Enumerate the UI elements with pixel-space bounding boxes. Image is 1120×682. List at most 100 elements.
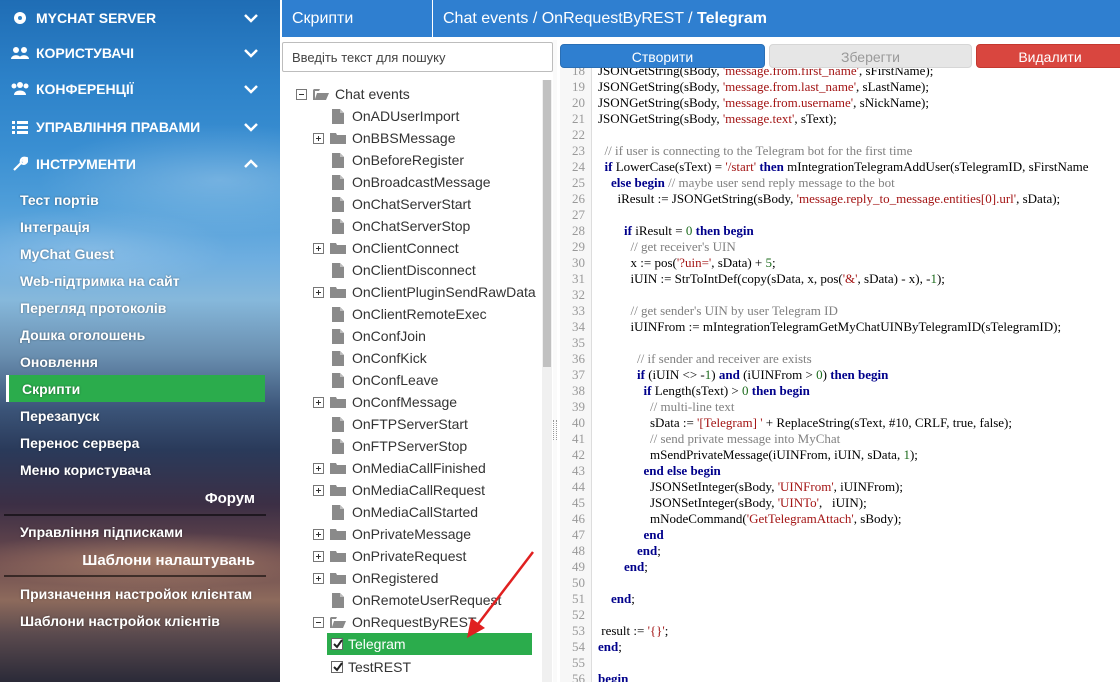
tree-event-item[interactable]: OnConfLeave xyxy=(313,369,438,391)
nav-web-support[interactable]: Web-підтримка на сайт xyxy=(0,267,280,294)
tree-event-item[interactable]: OnChatServerStart xyxy=(313,193,471,215)
tree-event-item[interactable]: OnClientPluginSendRawData xyxy=(313,281,536,303)
nav-updates[interactable]: Оновлення xyxy=(0,348,280,375)
tree-event-item[interactable]: OnClientConnect xyxy=(313,237,459,259)
nav-user-menu[interactable]: Меню користувача xyxy=(0,456,280,483)
tree-root[interactable]: Chat events xyxy=(296,83,410,105)
expand-icon[interactable] xyxy=(313,550,324,562)
folder-open-icon xyxy=(330,616,346,628)
tree-label: OnBeforeRegister xyxy=(352,152,465,168)
code-line: 19 JSONGetString(sBody, 'message.from.las… xyxy=(560,79,1120,95)
tree-label: OnMediaCallRequest xyxy=(352,482,486,498)
line-number: 34 xyxy=(572,319,585,334)
tree-event-item[interactable]: OnPrivateRequest xyxy=(313,545,466,567)
tree-event-item[interactable]: OnBeforeRegister xyxy=(313,149,464,171)
code-line: 41 // send private message into MyChat xyxy=(560,431,1120,447)
splitter-grip-icon[interactable] xyxy=(553,420,557,440)
nav-mychat-server[interactable]: MYCHAT SERVER xyxy=(0,0,280,36)
line-number: 36 xyxy=(572,351,585,366)
nav-label: УПРАВЛІННЯ ПРАВАМИ xyxy=(36,119,201,135)
nav-mychat-guest[interactable]: MyChat Guest xyxy=(0,240,280,267)
code-text: if (iUIN <> -1) and (iUINFrom > 0) then … xyxy=(637,367,889,382)
nav-tools[interactable]: ІНСТРУМЕНТИ xyxy=(0,146,280,182)
expand-icon[interactable] xyxy=(313,396,324,408)
tree-event-item[interactable]: OnConfKick xyxy=(313,347,427,369)
tree-event-item[interactable]: OnBroadcastMessage xyxy=(313,171,491,193)
tree-event-item[interactable]: OnFTPServerStop xyxy=(313,435,467,457)
nav-integration[interactable]: Інтеграція xyxy=(0,213,280,240)
nav-scripts[interactable]: Скрипти xyxy=(6,375,265,402)
code-text: end; xyxy=(598,639,622,654)
expand-icon[interactable] xyxy=(313,528,324,540)
expand-icon[interactable] xyxy=(313,572,324,584)
tree-event-item[interactable]: OnConfJoin xyxy=(313,325,426,347)
expand-icon[interactable] xyxy=(313,484,324,496)
users-icon xyxy=(10,45,30,61)
tree-event-item[interactable]: OnFTPServerStart xyxy=(313,413,468,435)
save-button[interactable]: Зберегти xyxy=(769,44,972,68)
file-icon xyxy=(332,152,344,168)
code-text: end else begin xyxy=(643,463,721,478)
nav-client-settings-templates[interactable]: Шаблони настройок клієнтів xyxy=(0,607,280,634)
expand-icon[interactable] xyxy=(313,242,324,254)
nav-port-test[interactable]: Тест портів xyxy=(0,186,280,213)
tree-event-item[interactable]: OnMediaCallRequest xyxy=(313,479,485,501)
divider xyxy=(4,514,266,516)
file-icon xyxy=(332,416,344,432)
nav-server-transfer[interactable]: Перенос сервера xyxy=(0,429,280,456)
checkbox-checked[interactable] xyxy=(331,661,343,673)
tree-event-item[interactable]: OnRegistered xyxy=(313,567,438,589)
code-line: 42 mSendPrivateMessage(iUINFrom, iUIN, s… xyxy=(560,447,1120,463)
code-line: 31 iUIN := StrToIntDef(copy(sData, x, po… xyxy=(560,271,1120,287)
code-line: 51 end; xyxy=(560,591,1120,607)
expand-icon[interactable] xyxy=(313,286,324,298)
tree-event-item[interactable]: OnADUserImport xyxy=(313,105,459,127)
collapse-icon[interactable] xyxy=(296,88,307,100)
create-button[interactable]: Створити xyxy=(560,44,765,68)
nav-client-settings-assign[interactable]: Призначення настройок клієнтам xyxy=(0,580,280,607)
tree-event-item[interactable]: OnClientDisconnect xyxy=(313,259,476,281)
tree-event-item[interactable]: OnClientRemoteExec xyxy=(313,303,487,325)
code-text: if Length(sText) > 0 then begin xyxy=(643,383,810,398)
nav-bulletin-board[interactable]: Дошка оголошень xyxy=(0,321,280,348)
line-number: 41 xyxy=(572,431,585,446)
nav-restart[interactable]: Перезапуск xyxy=(0,402,280,429)
tree-event-item[interactable]: OnChatServerStop xyxy=(313,215,470,237)
tree-label: OnChatServerStart xyxy=(352,196,472,212)
nav-subscriptions[interactable]: Управління підписками xyxy=(0,518,280,545)
section-title: Скрипти xyxy=(282,0,432,37)
line-number: 18 xyxy=(572,68,585,78)
tree-event-item[interactable]: OnBBSMessage xyxy=(313,127,456,149)
scrollbar-thumb[interactable] xyxy=(543,80,551,367)
nav-settings-templates[interactable]: Шаблони налаштувань xyxy=(0,547,280,573)
code-text: JSONSetInteger(sBody, 'UINFrom', iUINFro… xyxy=(598,479,904,494)
delete-button[interactable]: Видалити xyxy=(976,44,1120,68)
nav-conferences[interactable]: КОНФЕРЕНЦІЇ xyxy=(0,71,280,107)
expand-icon[interactable] xyxy=(313,462,324,474)
tree-event-item[interactable]: OnRequestByREST xyxy=(313,611,477,633)
code-line: 35 xyxy=(560,335,1120,351)
code-text: end; xyxy=(611,591,635,606)
tree-label: OnClientRemoteExec xyxy=(352,306,487,322)
code-text: mSendPrivateMessage(iUINFrom, iUIN, sDat… xyxy=(598,447,918,462)
nav-rights-management[interactable]: УПРАВЛІННЯ ПРАВАМИ xyxy=(0,109,280,145)
panel-splitter[interactable] xyxy=(553,40,557,682)
breadcrumb: Chat events / OnRequestByREST / Telegram xyxy=(433,0,1120,37)
tree-event-item[interactable]: OnMediaCallFinished xyxy=(313,457,486,479)
tree-script-testrest[interactable]: TestREST xyxy=(327,656,411,678)
code-line: 56 begin xyxy=(560,671,1120,682)
search-input[interactable] xyxy=(282,42,553,72)
breadcrumb-current: Telegram xyxy=(697,10,767,27)
tree-event-item[interactable]: OnMediaCallStarted xyxy=(313,501,478,523)
nav-logs[interactable]: Перегляд протоколів xyxy=(0,294,280,321)
collapse-icon[interactable] xyxy=(313,616,324,628)
code-line: 21 JSONGetString(sBody, 'message.text', s… xyxy=(560,111,1120,127)
nav-forum[interactable]: Форум xyxy=(0,485,280,511)
tree-event-item[interactable]: OnConfMessage xyxy=(313,391,457,413)
expand-icon[interactable] xyxy=(313,132,324,144)
checkbox-checked[interactable] xyxy=(331,638,343,650)
code-editor[interactable]: 18 JSONGetString(sBody, 'message.from.fir… xyxy=(560,68,1120,682)
nav-users[interactable]: КОРИСТУВАЧІ xyxy=(0,35,280,71)
tree-event-item[interactable]: OnPrivateMessage xyxy=(313,523,471,545)
line-number: 42 xyxy=(572,447,585,462)
